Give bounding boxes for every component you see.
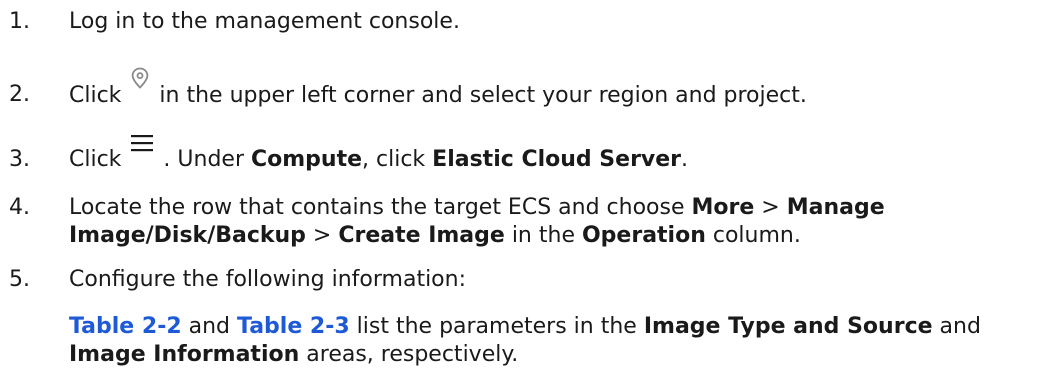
step-text: Log in to the management console. [69,9,460,34]
step-text-part: list the parameters in the [349,314,644,339]
step-number: 4. [9,195,30,220]
ui-term-create-image: Create Image [338,223,505,248]
document-page: 1. Log in to the management console. 2. … [0,0,1037,376]
step-number: 2. [9,82,30,107]
step-number: 1. [9,9,30,34]
hamburger-menu-icon [131,132,154,160]
step-text-part: . Under [163,147,251,172]
step-text-part: , click [362,147,433,172]
ui-term-operation: Operation [581,223,706,248]
step-text: Configure the following information: [69,267,466,292]
table-2-3-link[interactable]: Table 2-3 [237,314,350,339]
location-pin-icon [131,67,149,97]
step-text-part: > [305,223,339,248]
step-text: Locate the row that contains the target … [69,194,1027,250]
step-number: 3. [9,147,30,172]
step-text: Click in the upper left corner and select… [69,67,1027,111]
step-number: 5. [9,267,30,292]
step-text-part: and [932,314,981,339]
ui-term-more: More [691,195,755,220]
step-text-part: . [681,147,689,172]
ui-term-compute: Compute [251,147,363,172]
step-text-part: areas, respectively. [299,342,519,367]
step-text-part: in the [504,223,582,248]
step-text: Click . Under Compute, click Elastic Clou… [69,135,1027,174]
ui-term-image-type-and-source: Image Type and Source [643,314,933,339]
step-text-part: and [181,314,238,339]
step-5-description: Table 2-2 and Table 2-3 list the paramet… [69,313,1027,369]
ui-term-elastic-cloud-server: Elastic Cloud Server [432,147,682,172]
table-2-2-link[interactable]: Table 2-2 [69,314,182,339]
step-text-part: Locate the row that contains the target … [69,195,692,220]
step-text-part: in the upper left corner and select your… [159,83,807,108]
step-text-part: Click [69,147,122,172]
ui-term-image-information: Image Information [69,342,300,367]
step-text-part: column. [705,223,801,248]
step-text-part: > [754,195,787,220]
step-text-part: Click [69,83,122,108]
